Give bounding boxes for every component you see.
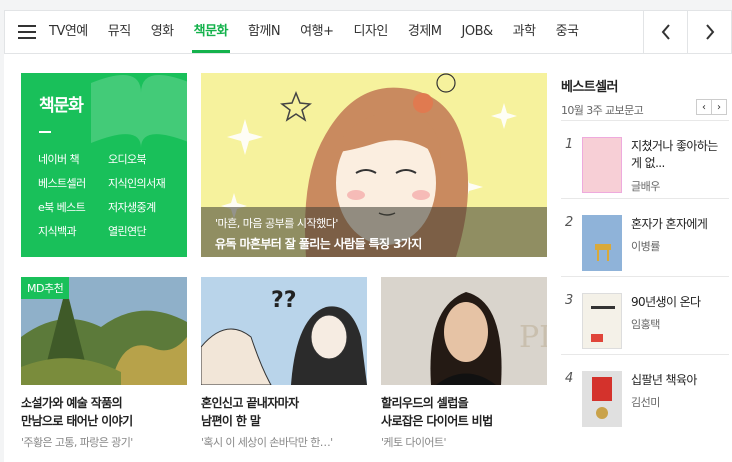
book-author: 임홍택 bbox=[631, 318, 660, 331]
books-menu-title: 책문화 bbox=[39, 96, 84, 116]
list-item[interactable]: 1 지쳤거나 좋아하는 게 없... 글배우 bbox=[561, 120, 729, 198]
tab-science[interactable]: 과학 bbox=[513, 11, 536, 53]
books-menu-links: 네이버 책 오디오북 베스트셀러 지식인의서재 e북 베스트 저자생중계 지식백… bbox=[38, 151, 178, 241]
menu-icon[interactable] bbox=[5, 11, 49, 53]
book-author: 김선미 bbox=[631, 396, 660, 409]
bestseller-pager: ‹ › bbox=[696, 99, 727, 115]
article-card-3[interactable]: PI 할리우드의 셀럽을 사로잡은 다이어트 비법 '케토 다이어트' bbox=[381, 277, 547, 450]
link-encyclopedia[interactable]: 지식백과 bbox=[38, 223, 108, 241]
bestseller-panel: 베스트셀러 10월 3주 교보문고 ‹ › 1 지쳤거나 좋아하는 게 없...… bbox=[561, 73, 729, 427]
link-open-lecture[interactable]: 열린연단 bbox=[108, 223, 178, 241]
feature-caption: '마흔, 마음 공부를 시작했다' 유독 마흔부터 잘 풀리는 사람들 특징 3… bbox=[201, 207, 547, 257]
tab-china[interactable]: 중국 bbox=[556, 11, 579, 53]
chevron-left-icon[interactable] bbox=[643, 11, 687, 53]
books-menu-card: 책문화 네이버 책 오디오북 베스트셀러 지식인의서재 e북 베스트 저자생중계… bbox=[21, 73, 187, 257]
bestseller-title[interactable]: 베스트셀러 bbox=[561, 76, 729, 95]
tab-books[interactable]: 책문화 bbox=[191, 11, 231, 53]
book-cover[interactable] bbox=[582, 371, 622, 427]
tab-travel[interactable]: 여행+ bbox=[300, 11, 334, 53]
feature-title[interactable]: 유독 마흔부터 잘 풀리는 사람들 특징 3가지 bbox=[215, 235, 533, 252]
feature-subtitle: '마흔, 마음 공부를 시작했다' bbox=[215, 217, 338, 230]
category-navbar: TV연예 뮤직 영화 책문화 함께N 여행+ 디자인 경제M JOB& 과학 중… bbox=[4, 10, 732, 54]
featured-article[interactable]: '마흔, 마음 공부를 시작했다' 유독 마흔부터 잘 풀리는 사람들 특징 3… bbox=[201, 73, 547, 257]
link-bestseller[interactable]: 베스트셀러 bbox=[38, 175, 108, 193]
book-cover[interactable] bbox=[582, 137, 622, 193]
rank-number: 4 bbox=[565, 371, 574, 386]
book-watermark-icon bbox=[91, 75, 187, 148]
md-pick-badge: MD추천 bbox=[21, 277, 70, 299]
category-tabs: TV연예 뮤직 영화 책문화 함께N 여행+ 디자인 경제M JOB& 과학 중… bbox=[49, 11, 598, 53]
svg-text:??: ?? bbox=[271, 288, 297, 313]
main-content: 책문화 네이버 책 오디오북 베스트셀러 지식인의서재 e북 베스트 저자생중계… bbox=[4, 54, 732, 462]
book-cover[interactable] bbox=[582, 293, 622, 349]
book-author: 이병률 bbox=[631, 240, 660, 253]
book-title[interactable]: 십팔년 책육아 bbox=[631, 372, 727, 389]
article-thumbnail: ?? bbox=[201, 277, 367, 385]
book-author: 글배우 bbox=[631, 180, 660, 193]
tab-job[interactable]: JOB& bbox=[462, 11, 494, 53]
rank-number: 1 bbox=[565, 137, 574, 152]
article-title: 소설가와 예술 작품의 만남으로 태어난 이야기 bbox=[21, 396, 133, 428]
article-quote: '케토 다이어트' bbox=[381, 436, 446, 449]
list-item[interactable]: 3 90년생이 온다 임홍택 bbox=[561, 276, 729, 354]
tab-movie[interactable]: 영화 bbox=[151, 11, 174, 53]
tab-tv[interactable]: TV연예 bbox=[49, 11, 88, 53]
book-title[interactable]: 90년생이 온다 bbox=[631, 294, 727, 311]
svg-text:PI: PI bbox=[519, 320, 547, 355]
prev-page-icon[interactable]: ‹ bbox=[696, 99, 712, 115]
book-title[interactable]: 지쳤거나 좋아하는 게 없... bbox=[631, 138, 727, 172]
rank-number: 3 bbox=[565, 293, 574, 308]
article-thumbnail: MD추천 bbox=[21, 277, 187, 385]
next-page-icon[interactable]: › bbox=[711, 99, 727, 115]
article-title: 혼인신고 끝내자마자 남편이 한 말 bbox=[201, 396, 299, 428]
book-cover[interactable] bbox=[582, 215, 622, 271]
article-card-2[interactable]: ?? 혼인신고 끝내자마자 남편이 한 말 '혹시 이 세상이 손바닥만 한…' bbox=[201, 277, 367, 450]
rank-number: 2 bbox=[565, 215, 574, 230]
tab-together[interactable]: 함께N bbox=[248, 11, 281, 53]
tab-scroll-controls bbox=[643, 11, 731, 53]
link-author-live[interactable]: 저자생중계 bbox=[108, 199, 178, 217]
chevron-right-icon[interactable] bbox=[687, 11, 731, 53]
tab-design[interactable]: 디자인 bbox=[353, 11, 388, 53]
link-library[interactable]: 지식인의서재 bbox=[108, 175, 178, 193]
article-quote: '주황은 고통, 파랑은 광기' bbox=[21, 436, 133, 449]
link-naver-book[interactable]: 네이버 책 bbox=[38, 151, 108, 169]
divider bbox=[39, 131, 51, 133]
list-item[interactable]: 4 십팔년 책육아 김선미 bbox=[561, 354, 729, 432]
link-audiobook[interactable]: 오디오북 bbox=[108, 151, 178, 169]
article-thumbnail: PI bbox=[381, 277, 547, 385]
tab-economy[interactable]: 경제M bbox=[408, 11, 442, 53]
book-title[interactable]: 혼자가 혼자에게 bbox=[631, 216, 727, 233]
article-quote: '혹시 이 세상이 손바닥만 한…' bbox=[201, 436, 333, 449]
link-ebook-best[interactable]: e북 베스트 bbox=[38, 199, 108, 217]
article-title: 할리우드의 셀럽을 사로잡은 다이어트 비법 bbox=[381, 396, 493, 428]
list-item[interactable]: 2 혼자가 혼자에게 이병률 bbox=[561, 198, 729, 276]
tab-music[interactable]: 뮤직 bbox=[108, 11, 131, 53]
article-card-1[interactable]: MD추천 소설가와 예술 작품의 만남으로 태어난 이야기 '주황은 고통, 파랑… bbox=[21, 277, 187, 450]
bestseller-list: 1 지쳤거나 좋아하는 게 없... 글배우 2 혼자가 혼자에게 이병률 3 … bbox=[561, 120, 729, 432]
